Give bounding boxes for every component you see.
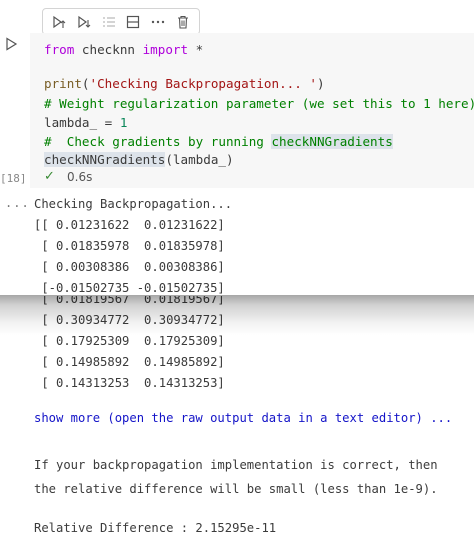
play-icon [6, 37, 18, 51]
run-cell-button[interactable] [4, 36, 18, 51]
output-line: [ 0.14985892 0.14985892] [34, 355, 225, 369]
output-message: If your backpropagation implementation i… [34, 458, 438, 472]
code-token: 'Checking Backpropagation... ' [89, 76, 317, 91]
code-token: (lambda_) [165, 152, 234, 167]
code-token: print [44, 76, 82, 91]
code-token: lambda_ = [44, 115, 120, 130]
execution-time: 0.6s [67, 170, 93, 184]
code-token: # Check gradients by running [44, 134, 272, 149]
success-check-icon: ✓ [44, 169, 55, 184]
run-below-button[interactable] [73, 12, 95, 32]
code-token: # Weight regularization parameter (we se… [44, 96, 474, 111]
output-line: Checking Backpropagation... [34, 197, 233, 211]
code-token: from [44, 42, 75, 57]
output-menu-icon[interactable]: ... [5, 196, 30, 210]
code-line: print('Checking Backpropagation... ') [44, 75, 325, 92]
code-token: import [142, 42, 189, 57]
code-token: * [188, 42, 204, 57]
code-line: # Weight regularization parameter (we se… [44, 95, 474, 112]
relative-difference: Relative Difference : 2.15295e-11 [34, 521, 277, 535]
delete-cell-button[interactable] [172, 12, 194, 32]
output-line: [ 0.17925309 0.17925309] [34, 334, 225, 348]
split-cell-button[interactable] [98, 12, 120, 32]
top-panel: from checknn import * print('Checking Ba… [0, 0, 474, 296]
code-line: # Check gradients by running checkNNGrad… [44, 133, 393, 150]
output-message: the relative difference will be small (l… [34, 482, 438, 496]
code-token: ( [81, 76, 90, 91]
code-token: 1 [119, 115, 128, 130]
collapse-button[interactable] [122, 12, 144, 32]
code-line: from checknn import * [44, 41, 203, 58]
code-cell-editor[interactable]: from checknn import * print('Checking Ba… [30, 33, 474, 188]
run-above-button[interactable] [48, 12, 70, 32]
more-actions-button[interactable] [147, 12, 169, 32]
run-below-icon [78, 15, 91, 28]
output-line: [-0.01502735 -0.01502735] [34, 281, 225, 294]
output-line: [[ 0.01231622 0.01231622] [34, 218, 225, 232]
collapse-icon [127, 15, 140, 28]
code-line: lambda_ = 1 [44, 114, 127, 131]
delete-icon [177, 15, 188, 29]
more-icon [151, 20, 165, 23]
execution-count: [18] [0, 172, 27, 185]
split-icon [102, 16, 115, 27]
cell-toolbar [42, 8, 200, 35]
show-more-link[interactable]: show more (open the raw output data in a… [34, 410, 452, 427]
output-line: [ 0.14313253 0.14313253] [34, 376, 225, 390]
code-token: checkNNGradients [271, 134, 393, 149]
run-above-icon [53, 15, 66, 28]
code-line: checkNNGradients(lambda_) [44, 151, 234, 168]
output-line: [ 0.30934772 0.30934772] [34, 313, 225, 327]
output-line: [ 0.00308386 0.00308386] [34, 260, 225, 274]
code-token: ) [316, 76, 325, 91]
code-token: checknn [74, 42, 143, 57]
output-line: [ 0.01835978 0.01835978] [34, 239, 225, 253]
code-token: checkNNGradients [44, 152, 166, 167]
